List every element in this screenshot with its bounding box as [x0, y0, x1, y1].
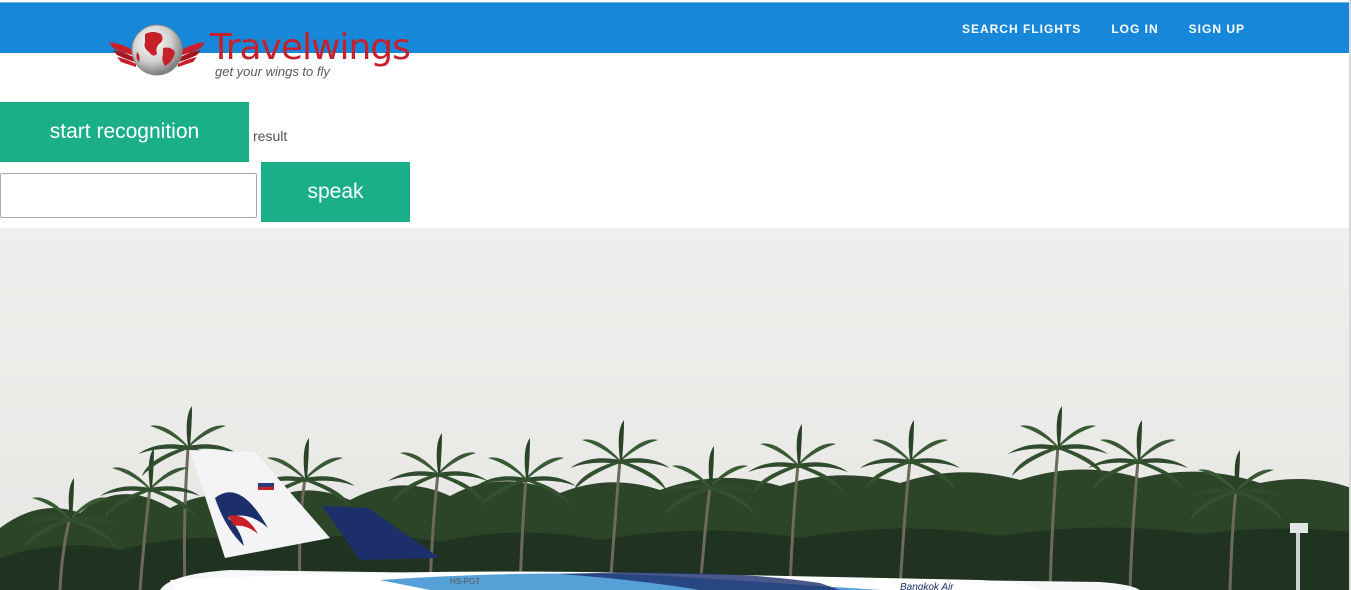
airplane-palm-trees-image: HS-PGT Bangkok Air — [0, 228, 1351, 590]
brand-tagline: get your wings to fly — [215, 64, 330, 79]
winged-globe-icon — [109, 24, 205, 76]
aircraft-registration: HS-PGT — [450, 577, 480, 586]
aircraft-livery: Bangkok Air — [900, 582, 954, 590]
hero-image: HS-PGT Bangkok Air — [0, 228, 1351, 590]
speech-text-input[interactable] — [0, 173, 257, 218]
speak-button[interactable]: speak — [261, 162, 410, 222]
main-nav: SEARCH FLIGHTS LOG IN SIGN UP — [932, 3, 1245, 54]
travelwings-logo[interactable]: Travelwings get your wings to fly — [107, 22, 411, 82]
nav-search-flights-link[interactable]: SEARCH FLIGHTS — [962, 22, 1081, 36]
start-recognition-button[interactable]: start recognition — [0, 102, 249, 162]
nav-log-in-link[interactable]: LOG IN — [1111, 22, 1158, 36]
brand-name: Travelwings — [210, 27, 411, 68]
result-label: result — [253, 128, 288, 144]
nav-sign-up-link[interactable]: SIGN UP — [1189, 22, 1245, 36]
